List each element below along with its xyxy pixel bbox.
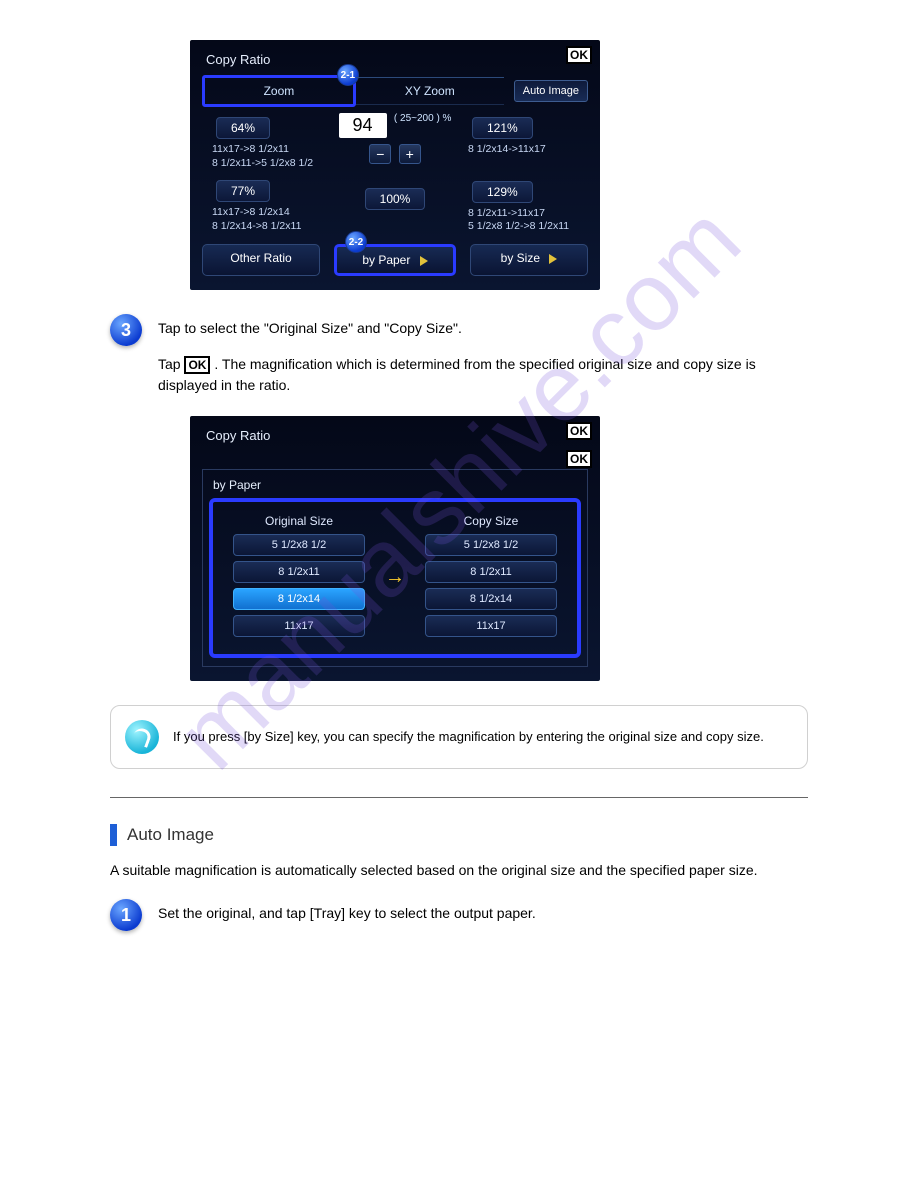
copy-size-0[interactable]: 5 1/2x8 1/2 [425, 534, 557, 556]
ratio-64[interactable]: 64% [216, 117, 270, 139]
section-bar-icon [110, 824, 117, 846]
copy-ratio-screen: Copy Ratio OK Zoom 2-1 XY Zoom Auto Imag… [190, 40, 600, 290]
arrow-right-icon: → [385, 566, 405, 589]
ratio-129[interactable]: 129% [472, 181, 533, 203]
enlarge-column: 121% 8 1/2x14->11x17 129% 8 1/2x11->11x1… [464, 113, 582, 234]
reduce-column: 64% 11x17->8 1/2x11 8 1/2x11->5 1/2x8 1/… [208, 113, 326, 234]
ratio-64-desc1: 11x17->8 1/2x11 [212, 143, 326, 157]
size-columns: Original Size 5 1/2x8 1/2 8 1/2x11 8 1/2… [209, 498, 581, 658]
note-text: If you press [by Size] key, you can spec… [173, 727, 764, 747]
by-paper-subpanel: by Paper OK Original Size 5 1/2x8 1/2 8 … [202, 469, 588, 667]
orig-size-2[interactable]: 8 1/2x14 [233, 588, 365, 610]
copy-size-2[interactable]: 8 1/2x14 [425, 588, 557, 610]
ratio-121-desc: 8 1/2x14->11x17 [468, 143, 582, 157]
ratio-grid: 64% 11x17->8 1/2x11 8 1/2x11->5 1/2x8 1/… [202, 113, 588, 234]
section-heading: Auto Image [110, 824, 808, 846]
step-1-text: Set the original, and tap [Tray] key to … [158, 899, 536, 924]
center-column: 94 ( 25~200 ) % − + 100% [336, 113, 454, 234]
ratio-77[interactable]: 77% [216, 180, 270, 202]
copy-size-head: Copy Size [419, 514, 563, 528]
tab-xy-zoom[interactable]: XY Zoom [356, 77, 504, 105]
tabs-row: Zoom 2-1 XY Zoom Auto Image [202, 75, 588, 107]
step-3-sub-prefix: Tap [158, 356, 184, 372]
step-3-sub: Tap OK . The magnification which is dete… [110, 354, 808, 396]
minus-button[interactable]: − [369, 144, 391, 164]
step-1-row: 1 Set the original, and tap [Tray] key t… [110, 899, 808, 931]
step-3-text: Tap to select the "Original Size" and "C… [158, 314, 462, 339]
screen-title: Copy Ratio [202, 48, 588, 75]
ok-button[interactable]: OK [566, 46, 592, 64]
by-size-button[interactable]: by Size [470, 244, 588, 276]
step-3-bullet: 3 [110, 314, 142, 346]
ratio-121[interactable]: 121% [472, 117, 533, 139]
ratio-129-desc1: 8 1/2x11->11x17 [468, 207, 582, 221]
copy-size-col: Copy Size 5 1/2x8 1/2 8 1/2x11 8 1/2x14 … [419, 514, 563, 642]
by-paper-button[interactable]: 2-2 by Paper [334, 244, 456, 276]
ok-inline-icon: OK [184, 356, 210, 374]
ratio-100[interactable]: 100% [365, 188, 426, 210]
ratio-64-desc2: 8 1/2x11->5 1/2x8 1/2 [212, 157, 326, 171]
tab-zoom-label: Zoom [264, 84, 295, 98]
tab-zoom[interactable]: Zoom 2-1 [202, 75, 356, 107]
note-box: If you press [by Size] key, you can spec… [110, 705, 808, 769]
original-size-col: Original Size 5 1/2x8 1/2 8 1/2x11 8 1/2… [227, 514, 371, 642]
original-size-head: Original Size [227, 514, 371, 528]
ratio-77-desc1: 11x17->8 1/2x14 [212, 206, 326, 220]
note-icon [125, 720, 159, 754]
ok-button[interactable]: OK [566, 422, 592, 440]
auto-image-button[interactable]: Auto Image [514, 80, 588, 102]
plus-button[interactable]: + [399, 144, 421, 164]
section-title: Auto Image [127, 825, 214, 845]
orig-size-1[interactable]: 8 1/2x11 [233, 561, 365, 583]
bottom-row: Other Ratio 2-2 by Paper by Size [202, 244, 588, 276]
ratio-129-desc2: 5 1/2x8 1/2->8 1/2x11 [468, 220, 582, 234]
by-paper-screen: Copy Ratio OK by Paper OK Original Size … [190, 416, 600, 681]
step-3-row: 3 Tap to select the "Original Size" and … [110, 314, 808, 346]
copy-size-1[interactable]: 8 1/2x11 [425, 561, 557, 583]
orig-size-0[interactable]: 5 1/2x8 1/2 [233, 534, 365, 556]
arrow-right-icon [549, 254, 557, 264]
marker-2-2: 2-2 [345, 231, 367, 253]
step-1-bullet: 1 [110, 899, 142, 931]
orig-size-3[interactable]: 11x17 [233, 615, 365, 637]
screen-title: Copy Ratio [202, 424, 588, 451]
step-3-sub-suffix: . The magnification which is determined … [158, 356, 756, 393]
arrow-right-icon [420, 256, 428, 266]
separator [110, 797, 808, 798]
section-desc: A suitable magnification is automaticall… [110, 860, 808, 881]
by-paper-label: by Paper [362, 253, 410, 267]
ratio-range-label: ( 25~200 ) % [394, 113, 452, 124]
subpanel-label: by Paper [209, 478, 581, 498]
by-size-label: by Size [501, 251, 540, 265]
copy-size-3[interactable]: 11x17 [425, 615, 557, 637]
ok-button-inner[interactable]: OK [566, 450, 592, 468]
ratio-value-input[interactable]: 94 [339, 113, 387, 138]
other-ratio-button[interactable]: Other Ratio [202, 244, 320, 276]
ratio-77-desc2: 8 1/2x14->8 1/2x11 [212, 220, 326, 234]
